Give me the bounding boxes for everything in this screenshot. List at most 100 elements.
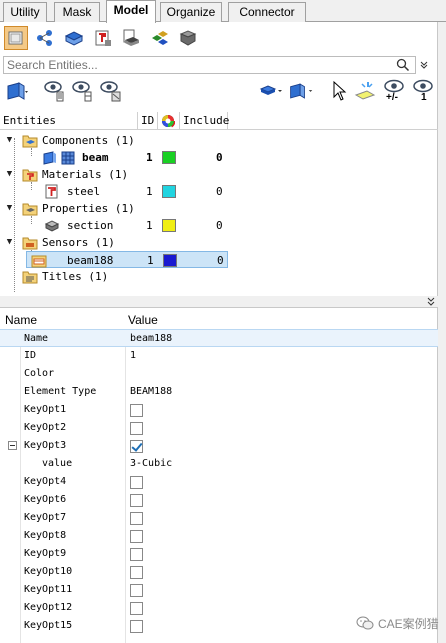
component-view-icon: [8, 31, 23, 45]
filter-button[interactable]: [4, 78, 30, 104]
tree-item-beam188[interactable]: beam188 1 0: [26, 251, 228, 268]
set-view-button[interactable]: [148, 26, 172, 50]
keyopt9-checkbox[interactable]: [130, 548, 143, 561]
search-input[interactable]: [4, 57, 384, 73]
display-mode-button[interactable]: [258, 78, 284, 104]
material-view-icon: [95, 30, 111, 46]
keyopt1-checkbox[interactable]: [130, 404, 143, 417]
collapse-chevron-icon[interactable]: [426, 297, 436, 307]
col-include[interactable]: Include: [180, 112, 229, 130]
tree-item-steel[interactable]: steel 1 0: [0, 183, 438, 200]
isolate-icon: [72, 81, 92, 102]
tab-connector[interactable]: Connector: [228, 2, 306, 22]
show-one-button[interactable]: 1: [410, 78, 436, 104]
solver-view-icon: [179, 30, 197, 46]
col-color[interactable]: [158, 112, 180, 130]
tree-item-section[interactable]: section 1 0: [0, 217, 438, 234]
isolate-button[interactable]: [70, 78, 96, 104]
pointer-button[interactable]: [326, 78, 352, 104]
search-options-chevron-icon[interactable]: [419, 60, 429, 70]
color-swatch[interactable]: [162, 219, 176, 232]
col-id[interactable]: ID: [138, 112, 158, 130]
assembly-view-icon: [37, 30, 52, 46]
collapse-arrow-icon[interactable]: ▼: [5, 200, 14, 217]
collapse-minus-icon[interactable]: [8, 441, 17, 450]
highlight-button[interactable]: [352, 78, 378, 104]
folder-material-icon: [22, 169, 38, 182]
prop-row-keyopt7: KeyOpt7: [0, 509, 438, 527]
show-hide-toggle-button[interactable]: +/-: [381, 78, 407, 104]
folder-title-icon: [22, 271, 38, 284]
collapse-arrow-icon[interactable]: ▼: [5, 166, 14, 183]
keyopt15-checkbox[interactable]: [130, 620, 143, 633]
color-wheel-icon: [160, 113, 176, 129]
keyopt4-checkbox[interactable]: [130, 476, 143, 489]
right-edge: [438, 22, 446, 643]
color-swatch[interactable]: [162, 151, 176, 164]
tab-utility[interactable]: Utility: [3, 2, 47, 22]
keyopt6-checkbox[interactable]: [130, 494, 143, 507]
panel-splitter[interactable]: [0, 296, 446, 306]
prop-row-keyopt3-value[interactable]: value 3-Cubic: [0, 455, 438, 473]
search-icon[interactable]: [396, 58, 410, 72]
tab-mask[interactable]: Mask: [54, 2, 100, 22]
keyopt12-checkbox[interactable]: [130, 602, 143, 615]
prop-col-value[interactable]: Value: [128, 311, 158, 329]
tab-organize[interactable]: Organize: [160, 2, 222, 22]
prop-row-keyopt9: KeyOpt9: [0, 545, 438, 563]
assembly-view-button[interactable]: [33, 26, 57, 50]
keyopt8-checkbox[interactable]: [130, 530, 143, 543]
prop-col-name[interactable]: Name: [5, 311, 37, 329]
search-box: [3, 56, 416, 74]
tree-header: Entities ID Include: [0, 112, 438, 130]
prop-row-keyopt6: KeyOpt6: [0, 491, 438, 509]
prop-row-id[interactable]: ID 1: [0, 347, 438, 365]
keyopt10-checkbox[interactable]: [130, 566, 143, 579]
tree-folder-sensors[interactable]: ▼ Sensors (1): [0, 234, 438, 251]
include-view-button[interactable]: [119, 26, 143, 50]
folder-property-icon: [22, 203, 38, 216]
highlight-icon: [354, 82, 376, 100]
tree-item-beam[interactable]: beam 1 0: [0, 149, 438, 166]
show-button[interactable]: [42, 78, 68, 104]
entity-editor-panel: Name Value Name beam188 ID 1 Color Eleme…: [0, 307, 438, 643]
prop-row-name[interactable]: Name beam188: [0, 329, 438, 347]
tree-folder-components[interactable]: ▼ Components (1): [0, 132, 438, 149]
hide-icon: [100, 81, 121, 102]
color-swatch[interactable]: [163, 254, 177, 267]
hide-button[interactable]: [98, 78, 124, 104]
col-entities[interactable]: Entities: [0, 112, 138, 130]
prop-row-color[interactable]: Color: [0, 365, 438, 383]
prop-row-keyopt10: KeyOpt10: [0, 563, 438, 581]
tab-model[interactable]: Model: [106, 0, 156, 23]
tree-folder-properties[interactable]: ▼ Properties (1): [0, 200, 438, 217]
collapse-arrow-icon[interactable]: ▼: [5, 234, 14, 251]
prop-row-keyopt11: KeyOpt11: [0, 581, 438, 599]
display-toolbar: +/- 1: [0, 78, 438, 106]
keyopt11-checkbox[interactable]: [130, 584, 143, 597]
tree-folder-materials[interactable]: ▼ Materials (1): [0, 166, 438, 183]
color-swatch[interactable]: [162, 185, 176, 198]
show-one-label: 1: [421, 92, 427, 103]
prop-row-keyopt1: KeyOpt1: [0, 401, 438, 419]
show-icon: [44, 81, 64, 102]
keyopt3-checkbox[interactable]: [130, 440, 143, 453]
property-view-button[interactable]: [62, 26, 86, 50]
grid-mesh-icon: [61, 151, 75, 165]
material-view-button[interactable]: [91, 26, 115, 50]
tree-folder-titles[interactable]: Titles (1): [0, 268, 438, 285]
collapse-arrow-icon[interactable]: ▼: [5, 132, 14, 149]
entity-view-toolbar: [0, 22, 438, 54]
color-mode-button[interactable]: [288, 78, 314, 104]
display-icon: [259, 85, 282, 95]
component-view-button[interactable]: [4, 26, 28, 50]
prop-row-keyopt3: KeyOpt3: [0, 437, 438, 455]
wechat-logo-icon: [356, 616, 374, 630]
set-view-icon: [152, 31, 168, 45]
keyopt2-checkbox[interactable]: [130, 422, 143, 435]
folder-component-icon: [22, 135, 38, 148]
keyopt7-checkbox[interactable]: [130, 512, 143, 525]
solver-view-button[interactable]: [176, 26, 200, 50]
prop-row-keyopt2: KeyOpt2: [0, 419, 438, 437]
prop-row-element-type[interactable]: Element Type BEAM188: [0, 383, 438, 401]
